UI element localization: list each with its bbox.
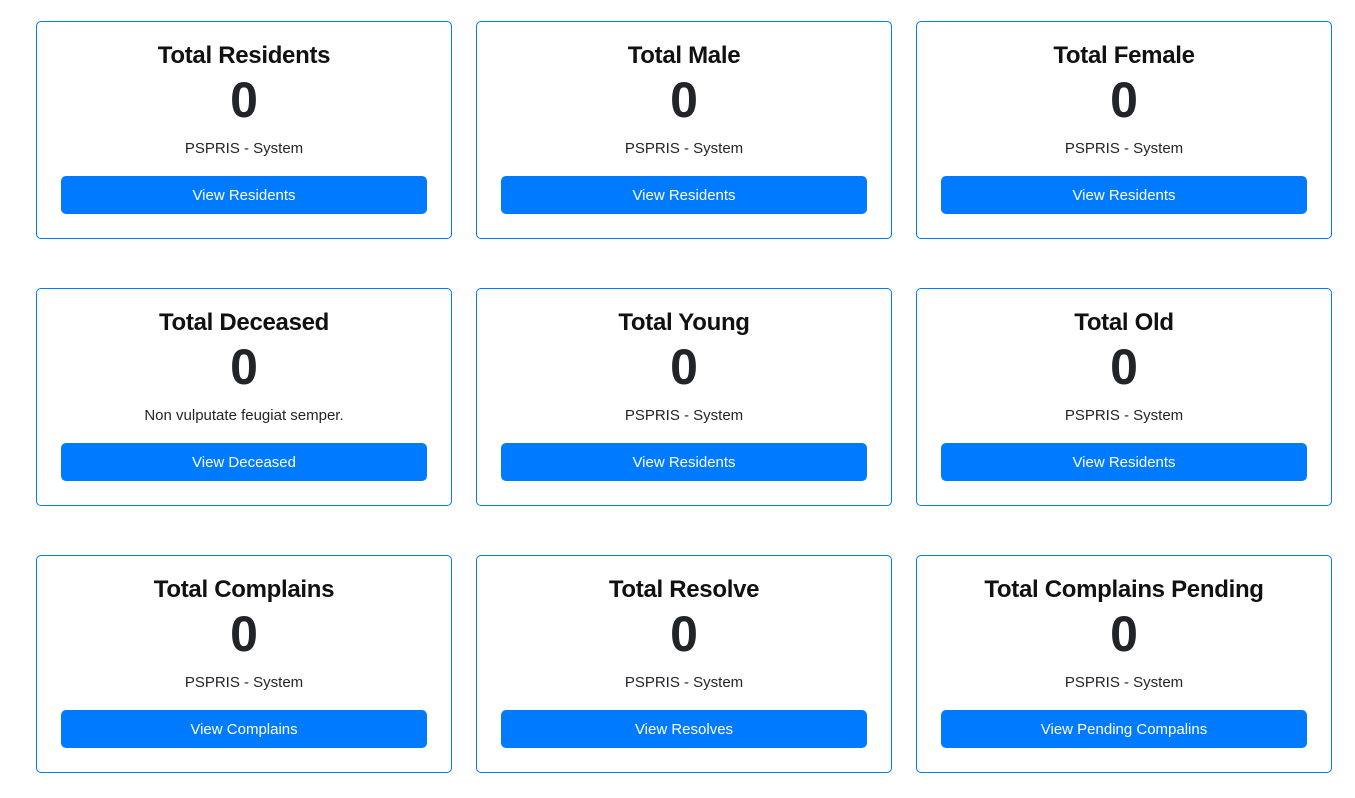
view-residents-button[interactable]: View Residents bbox=[61, 176, 427, 214]
card-title: Total Old bbox=[1074, 309, 1174, 336]
card-count: 0 bbox=[1110, 606, 1138, 662]
card-total-resolve: Total Resolve 0 PSPRIS - System View Res… bbox=[476, 555, 892, 773]
card-count: 0 bbox=[670, 72, 698, 128]
card-count: 0 bbox=[670, 606, 698, 662]
card-subtitle: PSPRIS - System bbox=[624, 674, 744, 691]
card-subtitle: PSPRIS - System bbox=[184, 140, 304, 157]
view-female-residents-button[interactable]: View Residents bbox=[941, 176, 1307, 214]
card-subtitle: PSPRIS - System bbox=[1064, 674, 1184, 691]
view-complains-button[interactable]: View Complains bbox=[61, 710, 427, 748]
card-title: Total Deceased bbox=[158, 309, 330, 336]
card-title: Total Complains bbox=[153, 576, 335, 603]
card-subtitle: PSPRIS - System bbox=[184, 674, 304, 691]
card-subtitle: PSPRIS - System bbox=[1064, 407, 1184, 424]
view-resolves-button[interactable]: View Resolves bbox=[501, 710, 867, 748]
card-total-deceased: Total Deceased 0 Non vulputate feugiat s… bbox=[36, 288, 452, 506]
card-title: Total Young bbox=[618, 309, 750, 336]
card-count: 0 bbox=[1110, 339, 1138, 395]
card-count: 0 bbox=[230, 339, 258, 395]
view-old-residents-button[interactable]: View Residents bbox=[941, 443, 1307, 481]
card-title: Total Female bbox=[1053, 42, 1195, 69]
card-subtitle: PSPRIS - System bbox=[1064, 140, 1184, 157]
card-title: Total Resolve bbox=[608, 576, 760, 603]
card-total-female: Total Female 0 PSPRIS - System View Resi… bbox=[916, 21, 1332, 239]
view-male-residents-button[interactable]: View Residents bbox=[501, 176, 867, 214]
card-count: 0 bbox=[1110, 72, 1138, 128]
card-total-complains-pending: Total Complains Pending 0 PSPRIS - Syste… bbox=[916, 555, 1332, 773]
card-total-complains: Total Complains 0 PSPRIS - System View C… bbox=[36, 555, 452, 773]
card-title: Total Male bbox=[627, 42, 741, 69]
card-total-old: Total Old 0 PSPRIS - System View Residen… bbox=[916, 288, 1332, 506]
card-total-male: Total Male 0 PSPRIS - System View Reside… bbox=[476, 21, 892, 239]
view-pending-complains-button[interactable]: View Pending Compalins bbox=[941, 710, 1307, 748]
card-title: Total Residents bbox=[157, 42, 331, 69]
card-total-residents: Total Residents 0 PSPRIS - System View R… bbox=[36, 21, 452, 239]
card-total-young: Total Young 0 PSPRIS - System View Resid… bbox=[476, 288, 892, 506]
card-subtitle: PSPRIS - System bbox=[624, 140, 744, 157]
card-count: 0 bbox=[230, 606, 258, 662]
stats-grid: Total Residents 0 PSPRIS - System View R… bbox=[36, 21, 1332, 773]
view-deceased-button[interactable]: View Deceased bbox=[61, 443, 427, 481]
card-count: 0 bbox=[230, 72, 258, 128]
card-count: 0 bbox=[670, 339, 698, 395]
card-subtitle: PSPRIS - System bbox=[624, 407, 744, 424]
card-subtitle: Non vulputate feugiat semper. bbox=[144, 407, 344, 424]
card-title: Total Complains Pending bbox=[984, 576, 1264, 603]
view-young-residents-button[interactable]: View Residents bbox=[501, 443, 867, 481]
